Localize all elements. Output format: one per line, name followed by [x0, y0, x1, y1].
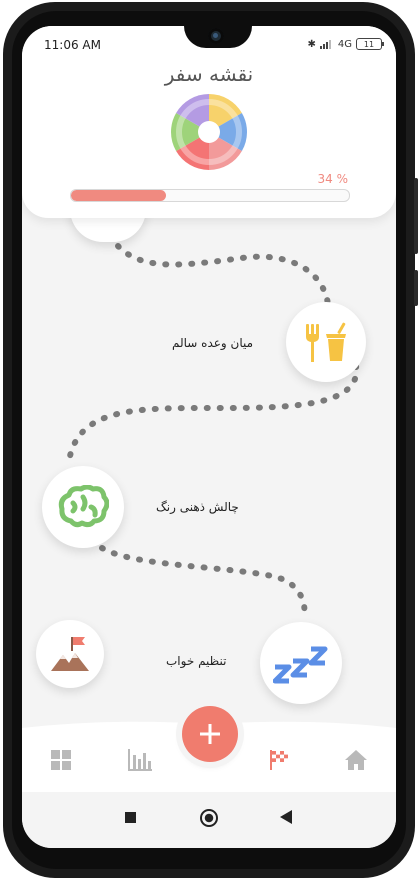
progress-fill [71, 190, 166, 201]
volume-button [414, 178, 418, 254]
checkered-flag-icon [270, 750, 288, 770]
step-node-goal[interactable] [36, 620, 104, 688]
nav-home[interactable] [342, 746, 370, 774]
square-recents-icon[interactable] [125, 812, 136, 823]
front-camera [208, 28, 224, 44]
progress-percent: 34 % [317, 172, 349, 186]
step-label-snack: میان وعده سالم [172, 336, 254, 350]
nav-dashboard[interactable] [47, 746, 75, 774]
triangle-back-icon[interactable] [280, 810, 292, 824]
system-navigation [22, 792, 396, 848]
status-icons: ✱ 4G 11 [307, 38, 384, 50]
app-screen: میان وعده سالم چالش ذهنی رنگ تنظیم خواب [22, 26, 396, 848]
fork-and-drink-icon [306, 322, 346, 362]
step-label-sleep: تنظیم خواب [166, 654, 227, 668]
step-node-sleep[interactable] [260, 622, 342, 704]
power-button [414, 270, 418, 306]
step-node-brain[interactable] [42, 466, 124, 548]
network-type: 4G [337, 38, 352, 50]
bluetooth-icon: ✱ [307, 38, 316, 50]
sleep-zzz-icon [273, 646, 328, 684]
progress-bar [70, 189, 350, 202]
mountain-flag-icon [51, 637, 89, 671]
wheel-of-life-icon[interactable] [169, 92, 249, 172]
brain-icon [58, 485, 109, 528]
status-time: 11:06 AM [44, 38, 101, 52]
home-icon [345, 750, 367, 770]
plus-icon [200, 724, 220, 744]
nav-journey[interactable] [265, 746, 293, 774]
nav-stats[interactable] [126, 746, 154, 774]
circle-home-icon[interactable] [200, 809, 218, 827]
step-node-snack[interactable] [286, 302, 366, 382]
bar-chart-icon [128, 749, 152, 771]
battery-icon: 11 [356, 38, 384, 50]
battery-level: 11 [363, 39, 375, 49]
add-button[interactable] [182, 706, 238, 762]
step-label-brain: چالش ذهنی رنگ [156, 500, 239, 514]
signal-icon [319, 40, 331, 49]
grid-icon [51, 750, 71, 770]
